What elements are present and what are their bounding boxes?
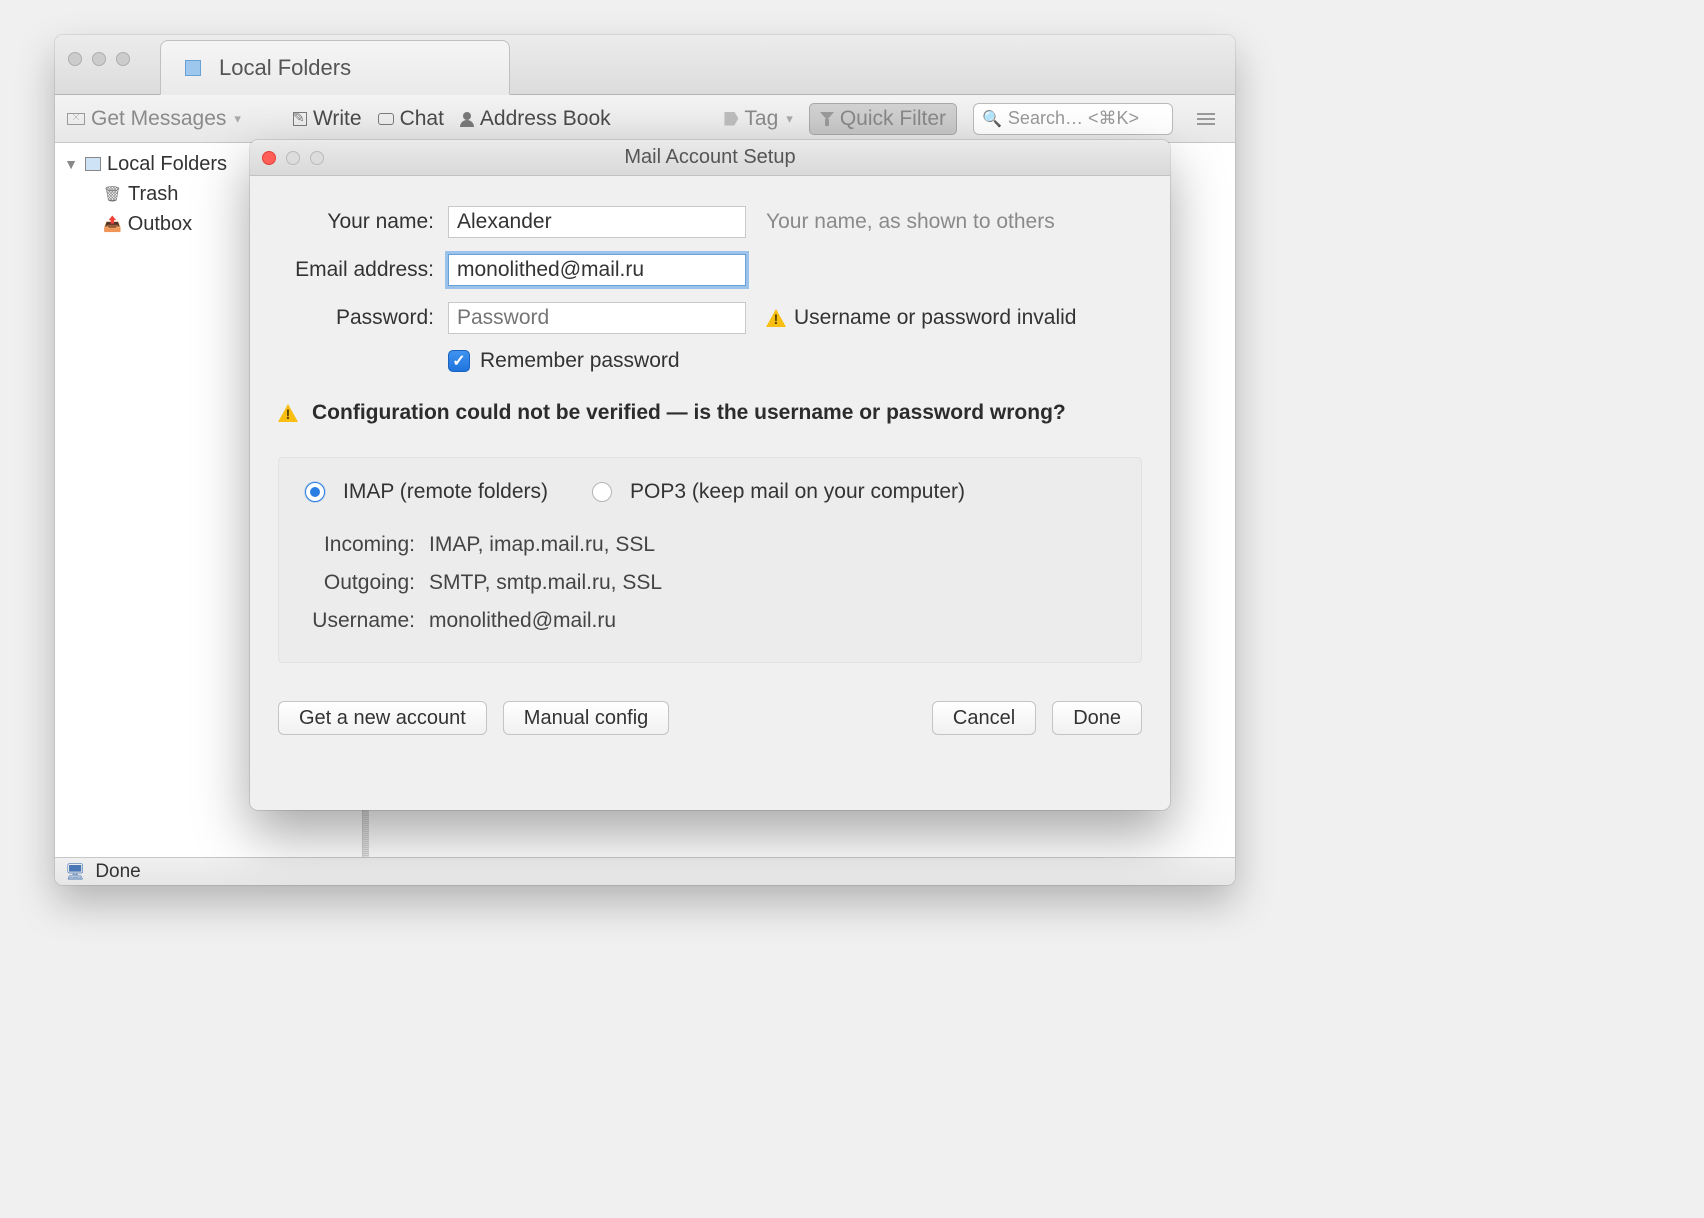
outgoing-label: Outgoing:	[305, 571, 415, 595]
cancel-button[interactable]: Cancel	[932, 701, 1036, 735]
tab-label: Local Folders	[219, 55, 351, 81]
status-text: Done	[95, 861, 140, 883]
write-label: Write	[313, 107, 362, 131]
incoming-value: IMAP, imap.mail.ru, SSL	[429, 533, 655, 557]
dialog-titlebar: Mail Account Setup	[250, 140, 1170, 176]
password-label: Password:	[278, 306, 434, 330]
menu-button[interactable]	[1189, 107, 1223, 131]
close-icon[interactable]	[68, 52, 82, 66]
get-messages-button[interactable]: Get Messages ▾	[67, 107, 241, 131]
search-input[interactable]: 🔍 Search… <⌘K>	[973, 103, 1173, 135]
done-button[interactable]: Done	[1052, 701, 1142, 735]
disclosure-triangle-icon[interactable]: ▼	[63, 156, 79, 172]
sidebar-item-label: Trash	[128, 183, 178, 206]
username-label: Username:	[305, 609, 415, 633]
folder-tab-icon	[185, 60, 201, 76]
chat-label: Chat	[400, 107, 444, 131]
email-label: Email address:	[278, 258, 434, 282]
window-controls	[68, 52, 130, 66]
incoming-label: Incoming:	[305, 533, 415, 557]
email-input[interactable]	[448, 254, 746, 286]
toolbar: Get Messages ▾ Write Chat Address Book T…	[55, 95, 1235, 143]
tag-icon	[724, 112, 738, 126]
sidebar-item-label: Local Folders	[107, 153, 227, 176]
checkmark-icon: ✓	[448, 350, 470, 372]
chevron-down-icon: ▾	[234, 111, 241, 127]
chevron-down-icon: ▾	[786, 111, 793, 127]
quick-filter-button[interactable]: Quick Filter	[809, 103, 957, 135]
manual-config-button[interactable]: Manual config	[503, 701, 670, 735]
maximize-icon	[310, 151, 324, 165]
protocol-panel: IMAP (remote folders) POP3 (keep mail on…	[278, 457, 1142, 663]
remember-label: Remember password	[480, 349, 680, 373]
verification-error-text: Configuration could not be verified — is…	[312, 401, 1066, 425]
write-button[interactable]: Write	[293, 107, 362, 131]
address-book-button[interactable]: Address Book	[460, 107, 611, 131]
maximize-icon[interactable]	[116, 52, 130, 66]
password-error: Username or password invalid	[794, 306, 1076, 330]
imap-label: IMAP (remote folders)	[343, 480, 548, 504]
titlebar: Local Folders	[55, 35, 1235, 95]
person-icon	[460, 112, 474, 126]
pop3-label: POP3 (keep mail on your computer)	[630, 480, 965, 504]
name-label: Your name:	[278, 210, 434, 234]
tag-label: Tag	[744, 107, 778, 131]
outgoing-value: SMTP, smtp.mail.ru, SSL	[429, 571, 662, 595]
minimize-icon	[286, 151, 300, 165]
verification-error: Configuration could not be verified — is…	[278, 401, 1142, 425]
folder-icon	[85, 157, 101, 171]
password-input[interactable]	[448, 302, 746, 334]
search-placeholder: Search… <⌘K>	[1008, 108, 1139, 129]
outbox-icon: 📤	[103, 215, 122, 233]
tab-local-folders[interactable]: Local Folders	[160, 40, 510, 95]
sidebar-item-label: Outbox	[128, 213, 192, 236]
pop3-radio[interactable]	[592, 482, 612, 502]
minimize-icon[interactable]	[92, 52, 106, 66]
remember-password-checkbox[interactable]: ✓ Remember password	[448, 349, 680, 373]
network-status-icon: 🖥	[65, 862, 85, 882]
imap-radio[interactable]	[305, 482, 325, 502]
envelope-icon	[67, 113, 85, 125]
warning-icon	[766, 309, 786, 327]
pencil-icon	[293, 112, 307, 126]
dialog-window-controls	[262, 151, 324, 165]
tag-button[interactable]: Tag ▾	[724, 107, 792, 131]
get-messages-label: Get Messages	[91, 107, 226, 131]
search-icon: 🔍	[982, 109, 1002, 129]
status-bar: 🖥 Done	[55, 857, 1235, 885]
name-input[interactable]	[448, 206, 746, 238]
address-book-label: Address Book	[480, 107, 611, 131]
warning-icon	[278, 404, 298, 422]
quick-filter-label: Quick Filter	[840, 107, 946, 131]
dialog-title: Mail Account Setup	[624, 146, 795, 169]
get-new-account-button[interactable]: Get a new account	[278, 701, 487, 735]
mail-account-setup-dialog: Mail Account Setup Your name: Your name,…	[250, 140, 1170, 810]
trash-icon: 🗑	[103, 185, 122, 203]
name-hint: Your name, as shown to others	[766, 210, 1055, 234]
chat-button[interactable]: Chat	[378, 107, 444, 131]
chat-icon	[378, 113, 394, 125]
funnel-icon	[820, 112, 834, 126]
username-value: monolithed@mail.ru	[429, 609, 616, 633]
close-icon[interactable]	[262, 151, 276, 165]
